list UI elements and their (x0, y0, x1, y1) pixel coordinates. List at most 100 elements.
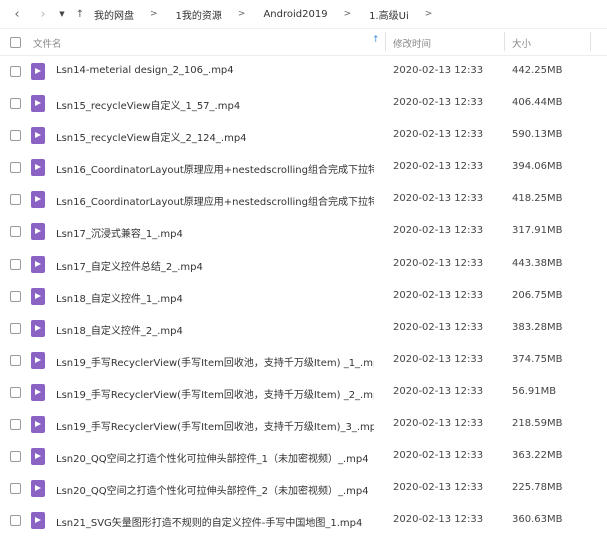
file-row[interactable]: Lsn14-meterial design_2_106_.mp4 2020-02-… (0, 56, 607, 88)
file-name[interactable]: Lsn19_手写RecyclerView(手写Item回收池，支持千万级Item… (56, 418, 374, 433)
column-divider[interactable] (385, 32, 386, 51)
breadcrumb-separator: > (424, 9, 433, 19)
file-row[interactable]: Lsn19_手写RecyclerView(手写Item回收池，支持千万级Item… (0, 409, 607, 441)
file-row[interactable]: Lsn17_沉浸式兼容_1_.mp4 2020-02-13 12:33 317.91… (0, 216, 607, 248)
file-modified-time: 2020-02-13 12:33 (393, 450, 484, 462)
file-size: 363.22MB (512, 450, 563, 462)
column-header-modified[interactable]: 修改时间 (393, 36, 431, 50)
file-name[interactable]: Lsn18_自定义控件_2_.mp4 (56, 322, 374, 337)
video-file-icon (31, 319, 45, 337)
column-header-size[interactable]: 大小 (512, 36, 531, 50)
file-row[interactable]: Lsn15_recycleView自定义_1_57_.mp4 2020-02-13… (0, 88, 607, 120)
file-checkbox[interactable] (10, 322, 21, 334)
file-row[interactable]: Lsn16_CoordinatorLayout原理应用+nestedscroll… (0, 152, 607, 184)
back-button[interactable]: ‹ (8, 3, 26, 25)
file-modified-time: 2020-02-13 12:33 (393, 161, 484, 173)
file-name[interactable]: Lsn20_QQ空间之打造个性化可拉伸头部控件_2（未加密视频）_.mp4 (56, 482, 374, 497)
file-name[interactable]: Lsn19_手写RecyclerView(手写Item回收池，支持千万级Item… (56, 354, 374, 369)
file-size: 225.78MB (512, 482, 563, 494)
file-size: 374.75MB (512, 353, 563, 365)
file-size: 317.91MB (512, 225, 563, 237)
file-row[interactable]: Lsn17_自定义控件总结_2_.mp4 2020-02-13 12:33 443.… (0, 249, 607, 281)
file-checkbox[interactable] (10, 162, 21, 174)
file-checkbox[interactable] (10, 386, 21, 398)
file-row[interactable]: Lsn19_手写RecyclerView(手写Item回收池，支持千万级Item… (0, 345, 607, 377)
file-name[interactable]: Lsn16_CoordinatorLayout原理应用+nestedscroll… (56, 161, 374, 176)
file-modified-time: 2020-02-13 12:33 (393, 514, 484, 526)
file-checkbox[interactable] (10, 515, 21, 527)
breadcrumb-item[interactable]: 我的网盘 (94, 7, 134, 22)
video-file-icon (31, 95, 45, 113)
file-name[interactable]: Lsn16_CoordinatorLayout原理应用+nestedscroll… (56, 193, 374, 208)
breadcrumb-item-current[interactable]: 1.高级Ui (369, 7, 409, 22)
file-name[interactable]: Lsn18_自定义控件_1_.mp4 (56, 290, 374, 305)
video-file-icon (31, 223, 45, 241)
caret-down-icon: ▼ (59, 10, 65, 18)
sort-ascending-icon[interactable]: ↑ (372, 35, 380, 45)
breadcrumb-separator: > (150, 9, 158, 19)
file-modified-time: 2020-02-13 12:33 (393, 65, 484, 76)
select-all-checkbox[interactable] (10, 37, 21, 48)
file-size: 206.75MB (512, 289, 563, 301)
file-row[interactable]: Lsn21_SVG矢量图形打造不规则的自定义控件-手写中国地图_1.mp4 202… (0, 505, 607, 537)
file-modified-time: 2020-02-13 12:33 (393, 289, 484, 301)
file-checkbox[interactable] (10, 419, 21, 431)
file-name[interactable]: Lsn17_沉浸式兼容_1_.mp4 (56, 225, 374, 240)
file-name[interactable]: Lsn14-meterial design_2_106_.mp4 (56, 65, 374, 76)
file-checkbox[interactable] (10, 290, 21, 302)
file-checkbox[interactable] (10, 194, 21, 206)
file-modified-time: 2020-02-13 12:33 (393, 225, 484, 237)
file-size: 394.06MB (512, 161, 563, 173)
video-file-icon (31, 383, 45, 401)
file-size: 418.25MB (512, 193, 563, 205)
column-divider[interactable] (504, 32, 505, 51)
file-row[interactable]: Lsn16_CoordinatorLayout原理应用+nestedscroll… (0, 184, 607, 216)
chevron-left-icon: ‹ (14, 6, 20, 22)
file-checkbox[interactable] (10, 354, 21, 366)
file-modified-time: 2020-02-13 12:33 (393, 97, 484, 109)
file-size: 56.91MB (512, 385, 557, 397)
video-file-icon (31, 191, 45, 209)
file-row[interactable]: Lsn15_recycleView自定义_2_124_.mp4 2020-02-1… (0, 120, 607, 152)
breadcrumb-item[interactable]: 1我的资源 (176, 7, 222, 22)
up-folder-button[interactable]: ↑ (72, 3, 88, 25)
file-checkbox[interactable] (10, 130, 21, 142)
file-row[interactable]: Lsn18_自定义控件_1_.mp4 2020-02-13 12:33 206.75… (0, 281, 607, 313)
video-file-icon (31, 159, 45, 177)
file-row[interactable]: Lsn19_手写RecyclerView(手写Item回收池，支持千万级Item… (0, 377, 607, 409)
file-name[interactable]: Lsn20_QQ空间之打造个性化可拉伸头部控件_1（未加密视频）_.mp4 (56, 450, 374, 465)
file-size: 442.25MB (512, 65, 563, 76)
file-name[interactable]: Lsn15_recycleView自定义_1_57_.mp4 (56, 97, 374, 112)
video-file-icon (31, 416, 45, 434)
file-modified-time: 2020-02-13 12:33 (393, 129, 484, 141)
breadcrumb-item[interactable]: Android2019 (263, 9, 327, 20)
history-dropdown-button[interactable]: ▼ (56, 3, 68, 25)
file-name[interactable]: Lsn21_SVG矢量图形打造不规则的自定义控件-手写中国地图_1.mp4 (56, 514, 374, 529)
video-file-icon (31, 351, 45, 369)
file-checkbox[interactable] (10, 98, 21, 110)
file-modified-time: 2020-02-13 12:33 (393, 257, 484, 269)
file-row[interactable]: Lsn20_QQ空间之打造个性化可拉伸头部控件_1（未加密视频）_.mp4 202… (0, 441, 607, 473)
file-checkbox[interactable] (10, 258, 21, 270)
file-checkbox[interactable] (10, 483, 21, 495)
file-modified-time: 2020-02-13 12:33 (393, 353, 484, 365)
file-checkbox[interactable] (10, 226, 21, 238)
file-name[interactable]: Lsn15_recycleView自定义_2_124_.mp4 (56, 129, 374, 144)
column-divider[interactable] (590, 32, 591, 51)
file-modified-time: 2020-02-13 12:33 (393, 385, 484, 397)
file-modified-time: 2020-02-13 12:33 (393, 418, 484, 430)
file-modified-time: 2020-02-13 12:33 (393, 482, 484, 494)
forward-button[interactable]: › (34, 3, 52, 25)
file-size: 218.59MB (512, 418, 563, 430)
file-checkbox[interactable] (10, 66, 21, 77)
file-name[interactable]: Lsn19_手写RecyclerView(手写Item回收池，支持千万级Item… (56, 386, 374, 401)
file-name[interactable]: Lsn17_自定义控件总结_2_.mp4 (56, 258, 374, 273)
file-list-header: 文件名 ↑ 修改时间 大小 (0, 28, 607, 56)
column-header-name[interactable]: 文件名 (33, 36, 62, 50)
file-checkbox[interactable] (10, 451, 21, 463)
file-list: Lsn14-meterial design_2_106_.mp4 2020-02-… (0, 56, 607, 537)
file-row[interactable]: Lsn18_自定义控件_2_.mp4 2020-02-13 12:33 383.28… (0, 313, 607, 345)
video-file-icon (31, 287, 45, 305)
file-row[interactable]: Lsn20_QQ空间之打造个性化可拉伸头部控件_2（未加密视频）_.mp4 202… (0, 473, 607, 505)
file-modified-time: 2020-02-13 12:33 (393, 321, 484, 333)
